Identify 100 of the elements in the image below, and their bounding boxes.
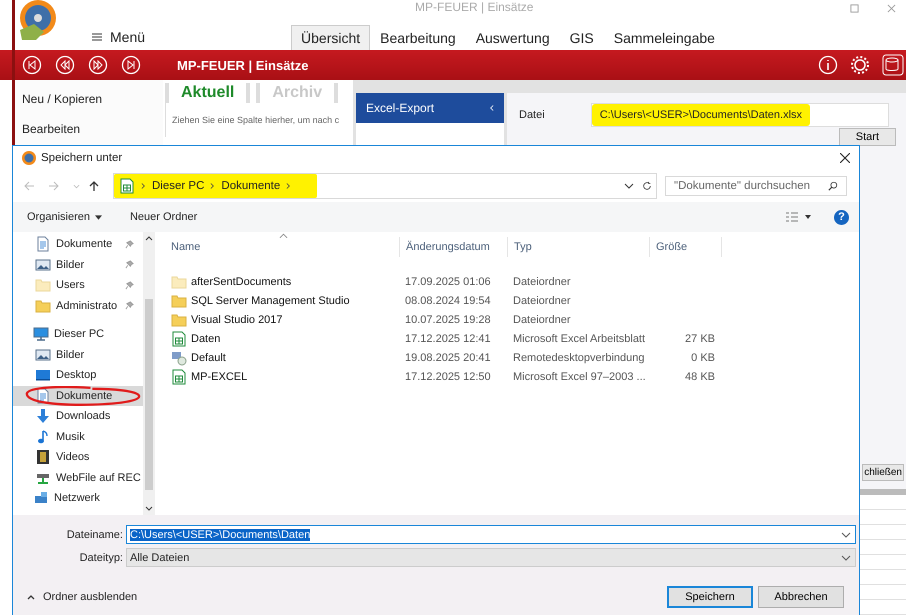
navigation-item[interactable]: Dokumente — [13, 234, 143, 254]
chevron-down-icon — [841, 552, 851, 562]
picture-icon — [35, 256, 51, 273]
picture-icon — [35, 346, 51, 363]
file-path-field[interactable]: C:\Users\<USER>\Documents\Daten.xlsx — [590, 103, 889, 127]
start-button[interactable]: Start — [838, 128, 896, 146]
view-options-icon[interactable] — [786, 212, 812, 222]
chevron-down-icon[interactable] — [841, 530, 851, 540]
help-button[interactable]: ? — [834, 210, 849, 224]
column-header[interactable]: Änderungsdatum — [400, 237, 508, 257]
scroll-up-icon[interactable] — [145, 236, 153, 241]
date-cell-text: 08.08.2024 19:54 — [404, 294, 492, 306]
menu-button[interactable]: Menü — [92, 29, 146, 45]
folder-icon — [171, 312, 187, 328]
spreadsheet-icon — [119, 178, 135, 194]
navigation-item[interactable]: Bilder — [13, 254, 143, 275]
save-button[interactable]: Speichern — [667, 586, 753, 608]
remote-desktop-icon — [171, 350, 187, 366]
size-cell-text: 27 KB — [684, 332, 716, 344]
rewind-icon[interactable] — [55, 55, 75, 75]
file-name-value: C:\Users\<USER>\Documents\Daten — [130, 528, 310, 540]
file-label: Datei — [519, 109, 545, 121]
action-link[interactable]: Neu / Kopieren — [22, 92, 163, 106]
fast-forward-icon[interactable] — [88, 55, 108, 75]
scroll-down-icon[interactable] — [145, 506, 153, 511]
file-name-cell[interactable]: Visual Studio 2017 — [155, 312, 400, 328]
navigation-item[interactable]: Desktop — [13, 365, 143, 386]
ribbon-tab[interactable]: Übersicht — [291, 25, 370, 50]
hide-folders-toggle[interactable]: Ordner ausblenden — [13, 591, 138, 603]
info-icon[interactable] — [818, 55, 838, 75]
search-field[interactable]: "Dokumente" durchsuchen — [665, 176, 847, 196]
document-icon — [35, 236, 51, 252]
folder-icon — [35, 298, 51, 314]
module-title: MP-FEUER | Einsätze — [177, 58, 308, 72]
column-header[interactable]: Name — [155, 237, 400, 257]
size-cell-text: 0 KB — [690, 352, 716, 364]
breadcrumb-item[interactable]: Dieser PC — [152, 180, 204, 192]
search-icon — [828, 181, 838, 191]
download-arrow-icon — [35, 408, 51, 424]
address-bar[interactable]: Dieser PC Dokumente — [113, 173, 657, 199]
navigation-item[interactable]: Dokumente — [13, 386, 143, 406]
folder-icon — [171, 292, 187, 308]
organize-menu[interactable]: Organisieren — [13, 211, 116, 223]
type-cell-text: Remotedesktopverbindung — [512, 352, 646, 364]
type-cell-text: Microsoft Excel Arbeitsblatt — [512, 332, 646, 344]
column-header[interactable]: Größe — [650, 237, 722, 257]
spreadsheet-icon — [171, 368, 187, 384]
up-arrow-icon[interactable] — [88, 180, 100, 192]
navigation-item[interactable]: Dieser PC — [13, 324, 143, 344]
date-cell-text: 17.09.2025 01:06 — [404, 276, 492, 288]
navigation-item[interactable]: Bilder — [13, 344, 143, 365]
navigation-item[interactable]: Musik — [13, 426, 143, 447]
grid-tab[interactable]: Aktuell — [165, 83, 250, 103]
settings-icon[interactable] — [850, 55, 870, 75]
breadcrumb-item[interactable]: Dokumente — [221, 180, 280, 192]
file-name-cell[interactable]: afterSentDocuments — [155, 274, 400, 290]
navigation-item[interactable]: Videos — [13, 447, 143, 468]
file-name-cell[interactable]: Default — [155, 350, 400, 366]
folder-icon — [171, 274, 187, 290]
ribbon-tab[interactable]: Auswertung — [466, 25, 560, 50]
ribbon-tab[interactable]: GIS — [560, 25, 604, 50]
ribbon-tab[interactable]: Bearbeitung — [370, 25, 466, 50]
navigation-item[interactable]: Netzwerk — [13, 488, 143, 508]
dialog-title: Speichern unter — [41, 152, 122, 164]
action-link[interactable]: Bearbeiten — [22, 122, 163, 136]
size-cell-text: 48 KB — [684, 370, 716, 382]
file-name-cell[interactable]: MP-EXCEL — [155, 368, 400, 384]
file-name-cell[interactable]: Daten — [155, 330, 400, 346]
scrollbar[interactable] — [143, 232, 155, 515]
export-menu-item[interactable]: Excel-Export — [356, 93, 504, 123]
skip-first-icon[interactable] — [22, 55, 42, 75]
navigation-item[interactable]: WebFile auf REC — [13, 468, 143, 488]
database-icon[interactable] — [882, 54, 904, 76]
file-name-field[interactable]: C:\Users\<USER>\Documents\Daten — [126, 525, 856, 544]
column-header[interactable]: Typ — [508, 237, 650, 257]
film-icon — [35, 449, 51, 466]
desktop-icon — [35, 367, 51, 384]
chevron-right-icon[interactable] — [286, 182, 292, 190]
navigation-item[interactable]: Downloads — [13, 406, 143, 426]
maximize-icon[interactable] — [850, 4, 859, 13]
type-cell-text: Dateiordner — [512, 314, 572, 326]
refresh-icon[interactable] — [642, 181, 652, 191]
file-type-label: Dateityp: — [78, 552, 124, 564]
navigation-item[interactable]: Users — [13, 275, 143, 296]
computer-icon — [33, 326, 49, 342]
file-name-cell[interactable]: SQL Server Management Studio — [155, 292, 400, 308]
date-cell-text: 17.12.2025 12:41 — [404, 332, 492, 344]
date-cell-text: 19.08.2025 20:41 — [404, 352, 492, 364]
ribbon-tab[interactable]: Sammeleingabe — [604, 25, 725, 50]
navigation-item[interactable]: Administrato — [13, 296, 143, 316]
skip-last-icon[interactable] — [121, 55, 141, 75]
close-icon[interactable] — [840, 153, 850, 163]
close-button[interactable]: chließen — [862, 464, 904, 481]
new-folder-button[interactable]: Neuer Ordner — [116, 211, 212, 223]
cancel-button[interactable]: Abbrechen — [758, 586, 844, 608]
chevron-left-icon[interactable] — [489, 104, 494, 112]
file-type-dropdown[interactable]: Alle Dateien — [126, 548, 856, 567]
file-name-label: Dateiname: — [66, 528, 124, 540]
menu-icon — [92, 33, 102, 41]
chevron-down-icon[interactable] — [624, 181, 634, 191]
